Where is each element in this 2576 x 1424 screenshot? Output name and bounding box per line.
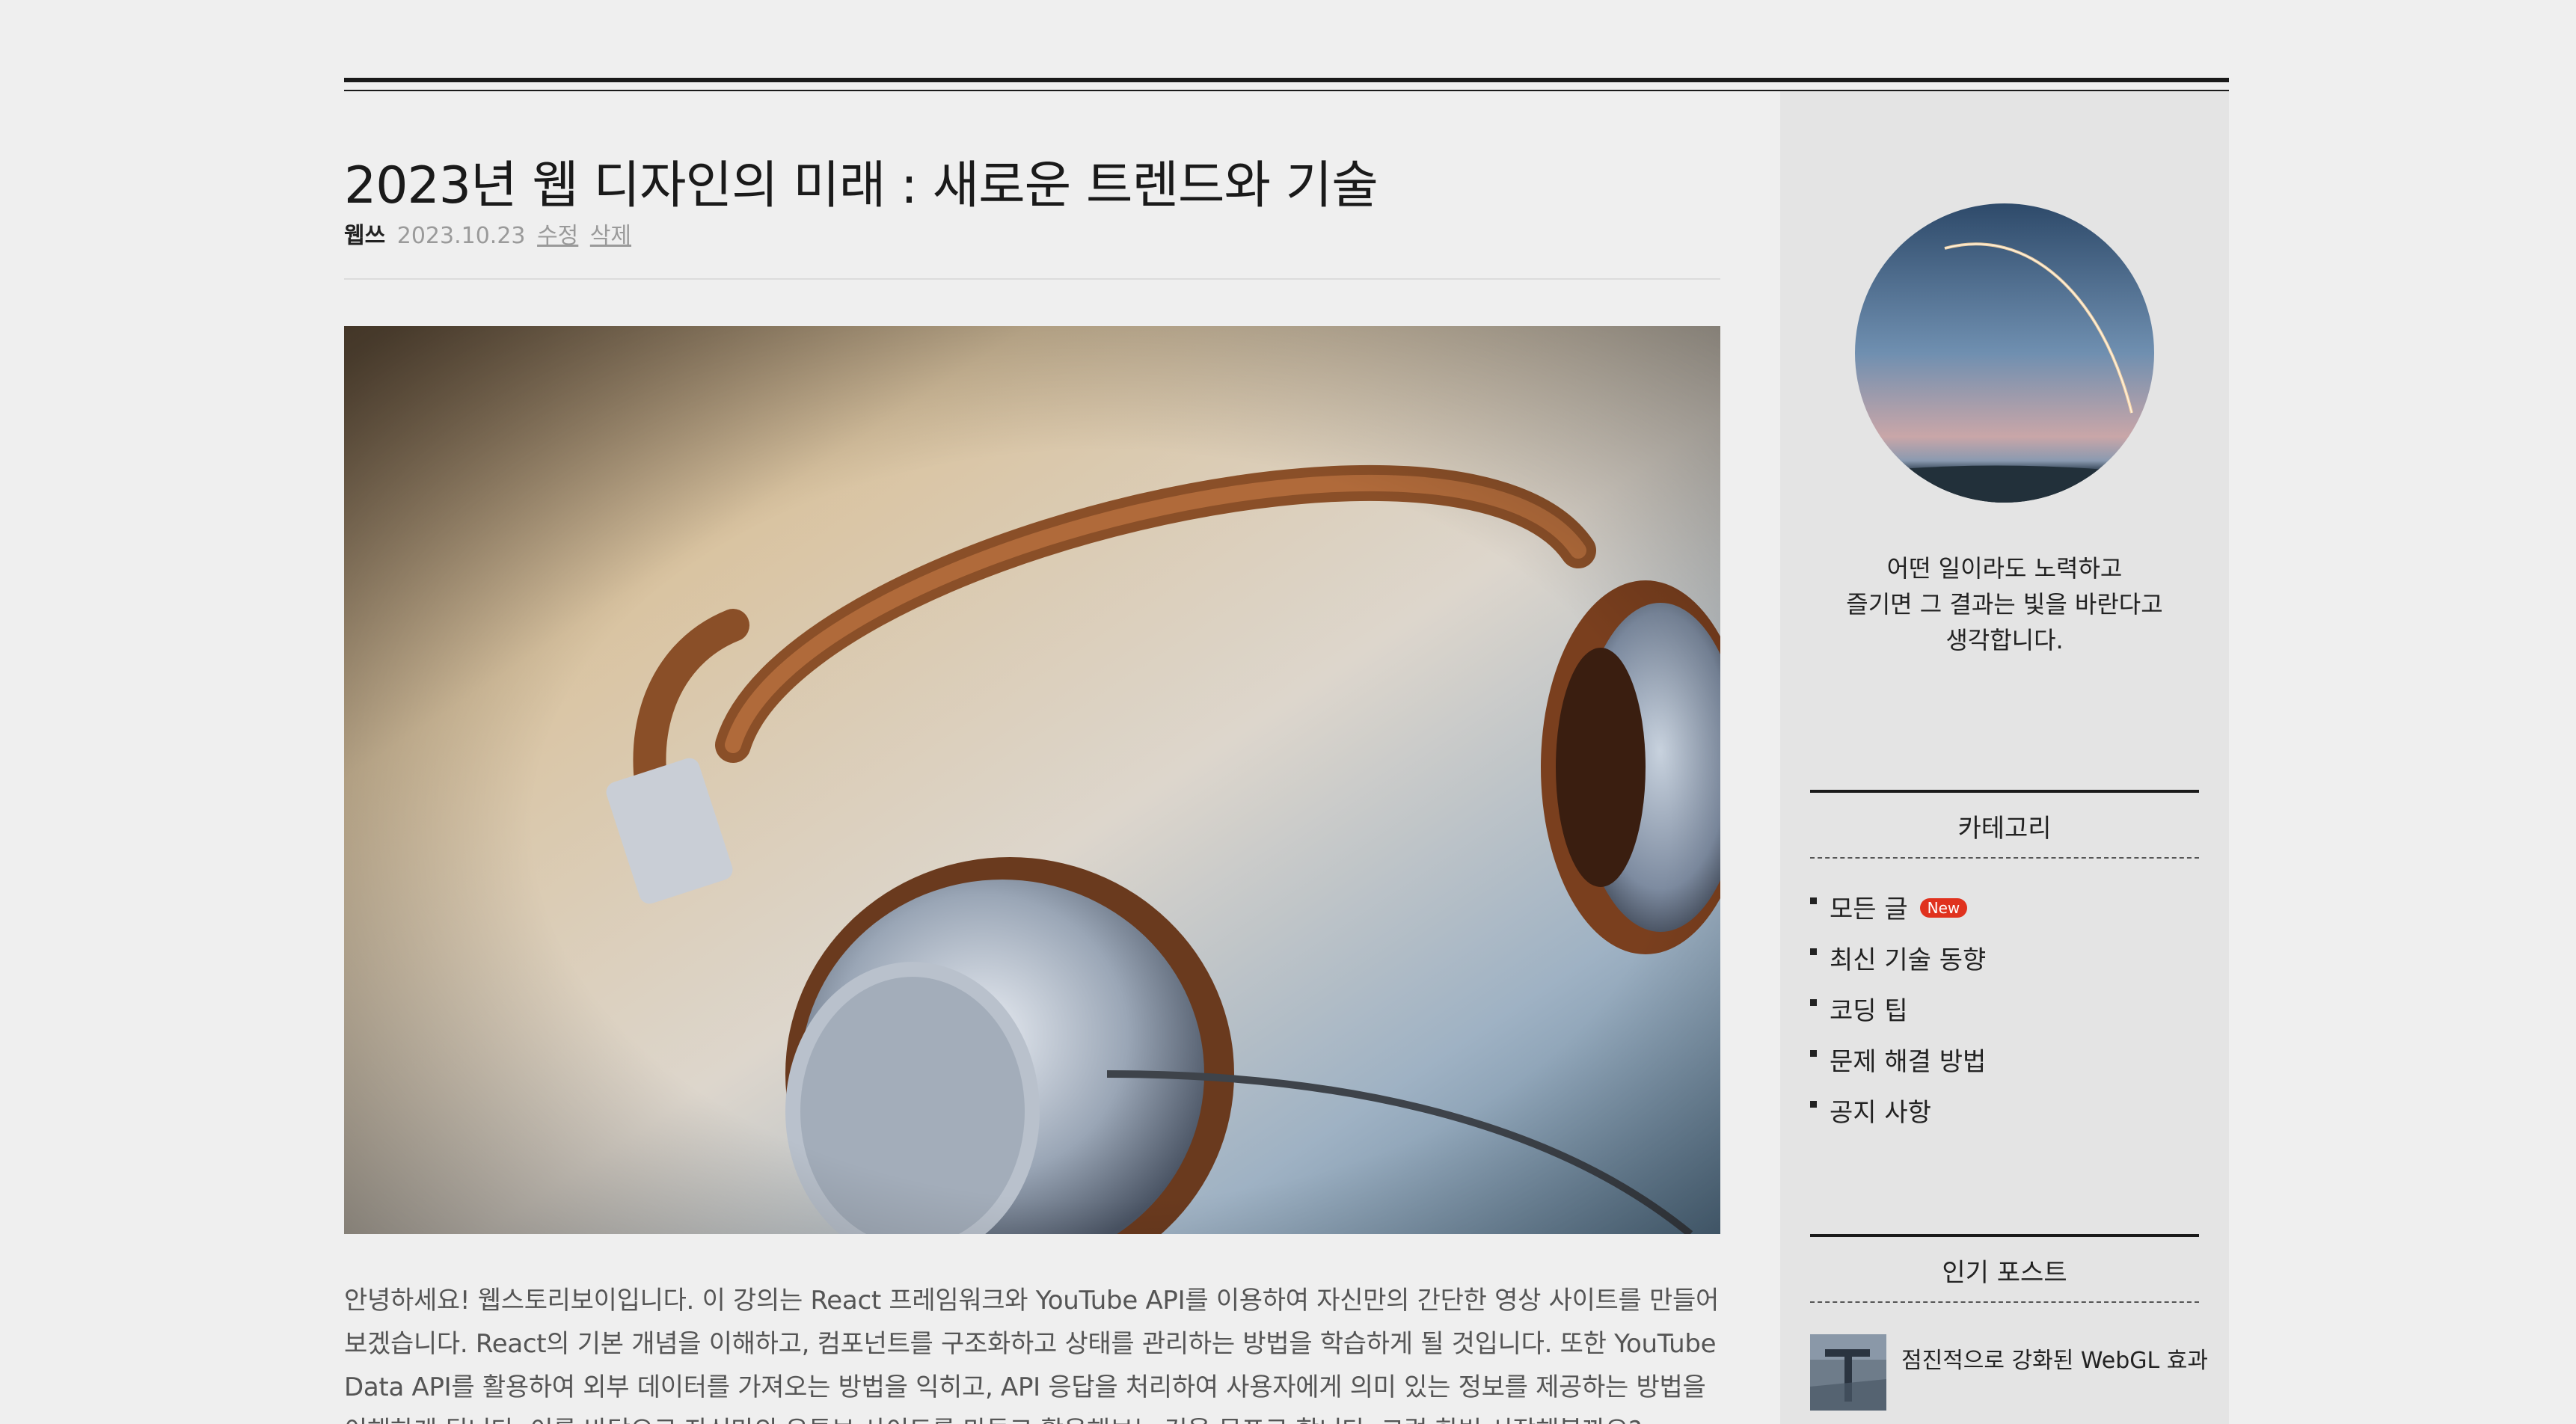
post-meta: 웹쓰 2023.10.23 수정 삭제: [344, 217, 636, 250]
category-item-coding-tips[interactable]: 코딩 팁: [1810, 986, 2199, 1037]
motto-line: 즐기면 그 결과는 빛을 바란다고: [1846, 590, 2163, 619]
popular-title-rule: [1810, 1234, 2199, 1237]
profile-avatar: [1855, 203, 2154, 503]
post-title: 2023년 웹 디자인의 미래 : 새로운 트렌드와 기술: [344, 156, 1379, 215]
post-body: 안녕하세요! 웹스토리보이입니다. 이 강의는 React 프레임워크와 You…: [344, 1286, 1719, 1424]
popular-post-title: 점진적으로 강화된 WebGL 효과: [1901, 1348, 2208, 1374]
delete-link[interactable]: 삭제: [590, 223, 631, 249]
webgl-thumbnail-image: [1810, 1334, 1886, 1411]
category-title: 카테고리: [1957, 814, 2052, 844]
category-list: 모든 글 New 최신 기술 동향 코딩 팁 문제 해결 방법 공지 사항: [1810, 884, 2199, 1138]
post-hero-image: [344, 326, 1720, 1234]
new-badge: New: [1919, 897, 1968, 918]
sidebar: 어떤 일이라도 노력하고 즐기면 그 결과는 빛을 바란다고 생각합니다. 카테…: [1780, 91, 2229, 1424]
popular-divider: [1810, 1301, 2199, 1303]
category-title-rule: [1810, 790, 2199, 793]
header-rule: [344, 78, 2229, 91]
popular-post-thumbnail: [1810, 1334, 1886, 1411]
popular-title: 인기 포스트: [1942, 1258, 2067, 1288]
post-author: 웹쓰: [344, 223, 386, 249]
rocket-launch-photo: [1855, 203, 2154, 503]
edit-link[interactable]: 수정: [537, 223, 578, 249]
headphones-photo: [344, 326, 1720, 1234]
category-item-all[interactable]: 모든 글 New: [1810, 884, 2199, 935]
category-label: 최신 기술 동향: [1830, 945, 1987, 975]
motto-line: 생각합니다.: [1945, 626, 2064, 654]
post-date: 2023.10.23: [396, 223, 526, 249]
popular-post-item[interactable]: 점진적으로 강화된 WebGL 효과: [1810, 1334, 2208, 1412]
category-label: 공지 사항: [1830, 1098, 1931, 1128]
category-item-troubleshooting[interactable]: 문제 해결 방법: [1810, 1037, 2199, 1087]
meta-divider: [344, 278, 1720, 280]
profile-motto: 어떤 일이라도 노력하고 즐기면 그 결과는 빛을 바란다고 생각합니다.: [1780, 550, 2229, 658]
category-item-tech-trends[interactable]: 최신 기술 동향: [1810, 935, 2199, 986]
category-label: 모든 글: [1830, 894, 1908, 924]
category-label: 문제 해결 방법: [1830, 1047, 1987, 1077]
category-label: 코딩 팁: [1830, 996, 1908, 1026]
category-divider: [1810, 857, 2199, 859]
motto-line: 어떤 일이라도 노력하고: [1886, 554, 2123, 583]
category-item-notice[interactable]: 공지 사항: [1810, 1087, 2199, 1138]
